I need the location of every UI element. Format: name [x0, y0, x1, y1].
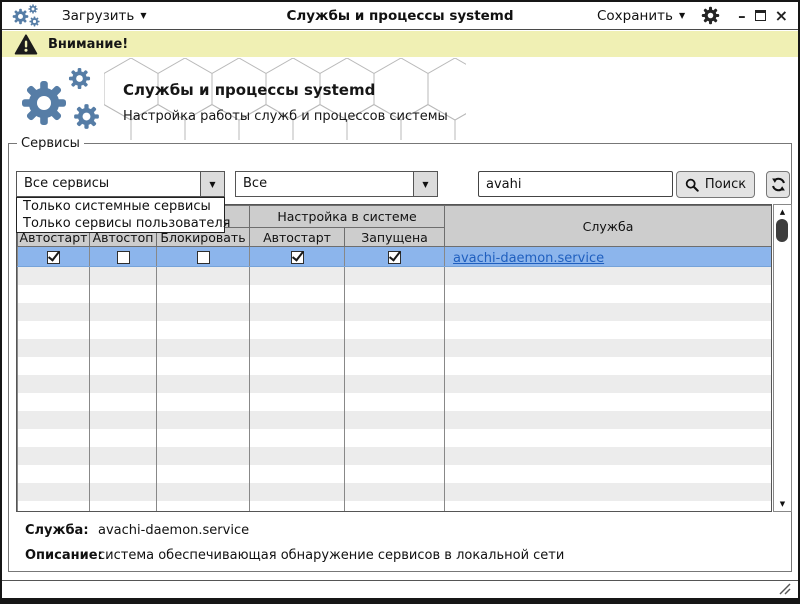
warning-triangle-icon [14, 34, 38, 55]
close-button[interactable]: × [775, 9, 788, 23]
save-menu-button[interactable]: Сохранить ▼ [597, 8, 685, 24]
table-row-empty[interactable] [18, 375, 772, 393]
chevron-down-icon[interactable]: ▼ [200, 172, 224, 196]
autostart-checkbox[interactable] [47, 251, 60, 264]
cell-block [157, 247, 250, 267]
state-filter-value: Все [236, 172, 413, 196]
dropdown-option-user[interactable]: Только сервисы пользователя [17, 215, 224, 232]
hexagon-pattern [104, 58, 466, 140]
search-button-label: Поиск [705, 177, 746, 192]
detail-service-label: Служба: [16, 523, 98, 538]
titlebar: Загрузить ▼ Службы и процессы systemd Со… [2, 2, 798, 30]
refresh-icon [771, 177, 786, 192]
table-row[interactable]: avachi-daemon.service [18, 247, 772, 267]
services-legend: Сервисы [17, 136, 84, 151]
resize-grip-icon[interactable] [779, 583, 791, 595]
header-col-running[interactable]: Запущена [345, 228, 445, 247]
table-row-empty[interactable] [18, 321, 772, 339]
statusbar [2, 580, 798, 598]
cell-autostart [18, 247, 90, 267]
chevron-down-icon: ▼ [679, 11, 685, 20]
cell-autostop [90, 247, 157, 267]
table-body: avachi-daemon.service [18, 247, 772, 513]
vertical-scrollbar[interactable]: ▲ ▼ [773, 204, 792, 512]
table-row-empty[interactable] [18, 303, 772, 321]
table-row-empty[interactable] [18, 465, 772, 483]
load-menu-label: Загрузить [62, 8, 134, 24]
service-type-value: Все сервисы [17, 172, 200, 196]
table-row-empty[interactable] [18, 267, 772, 285]
save-menu-label: Сохранить [597, 8, 673, 24]
table-row-empty[interactable] [18, 339, 772, 357]
table-row-empty[interactable] [18, 429, 772, 447]
services-groupbox: Сервисы Все сервисы ▼ Все ▼ Поиск [8, 136, 792, 572]
app-gears-icon [12, 4, 42, 28]
maximize-button[interactable] [755, 10, 766, 21]
scroll-up-icon[interactable]: ▲ [774, 208, 791, 216]
running-checkbox[interactable] [388, 251, 401, 264]
table-row-empty[interactable] [18, 393, 772, 411]
header-group-system: Настройка в системе [250, 206, 445, 228]
scrollbar-thumb[interactable] [776, 219, 788, 242]
detail-description-label: Описание: [16, 548, 98, 563]
detail-service-row: Служба: avachi-daemon.service [16, 523, 249, 538]
table-row-empty[interactable] [18, 501, 772, 513]
warning-text: Внимание! [48, 37, 128, 52]
minimize-button[interactable]: – [738, 11, 746, 21]
load-menu-button[interactable]: Загрузить ▼ [62, 8, 147, 24]
detail-description-value: система обеспечивающая обнаружение серви… [98, 548, 564, 563]
system_autostart-checkbox[interactable] [291, 251, 304, 264]
table-row-empty[interactable] [18, 483, 772, 501]
settings-gear-icon[interactable] [701, 6, 720, 25]
search-button[interactable]: Поиск [676, 171, 755, 198]
block-checkbox[interactable] [197, 251, 210, 264]
cell-service: avachi-daemon.service [445, 247, 772, 267]
header-col-service[interactable]: Служба [445, 206, 772, 247]
banner: Службы и процессы systemd Настройка рабо… [2, 57, 798, 141]
service-type-select[interactable]: Все сервисы ▼ [16, 171, 225, 197]
cell-system_autostart [250, 247, 345, 267]
cell-running [345, 247, 445, 267]
chevron-down-icon[interactable]: ▼ [413, 172, 437, 196]
service-link[interactable]: avachi-daemon.service [453, 251, 604, 266]
dropdown-option-system[interactable]: Только системные сервисы [17, 198, 224, 215]
table-row-empty[interactable] [18, 357, 772, 375]
table-row-empty[interactable] [18, 285, 772, 303]
table-row-empty[interactable] [18, 411, 772, 429]
app-logo-gears-icon [18, 65, 110, 133]
autostop-checkbox[interactable] [117, 251, 130, 264]
scroll-down-icon[interactable]: ▼ [774, 500, 791, 508]
detail-service-value: avachi-daemon.service [98, 523, 249, 538]
page-subtitle: Настройка работы служб и процессов систе… [123, 109, 448, 124]
chevron-down-icon: ▼ [140, 11, 146, 20]
app-window: Загрузить ▼ Службы и процессы systemd Со… [0, 0, 800, 604]
window-title: Службы и процессы systemd [222, 8, 578, 24]
table-row-empty[interactable] [18, 447, 772, 465]
state-filter-select[interactable]: Все ▼ [235, 171, 438, 197]
service-type-dropdown-popup: Только системные сервисы Только сервисы … [16, 197, 225, 233]
services-table: Настройка в системе Служба Автостарт Авт… [16, 204, 772, 512]
search-icon [685, 178, 699, 192]
detail-description-row: Описание: система обеспечивающая обнаруж… [16, 548, 564, 563]
header-col-system-autostart[interactable]: Автостарт [250, 228, 345, 247]
refresh-button[interactable] [766, 171, 790, 198]
search-input[interactable] [478, 171, 673, 197]
page-title: Службы и процессы systemd [123, 81, 375, 99]
warning-bar: Внимание! [2, 31, 798, 57]
